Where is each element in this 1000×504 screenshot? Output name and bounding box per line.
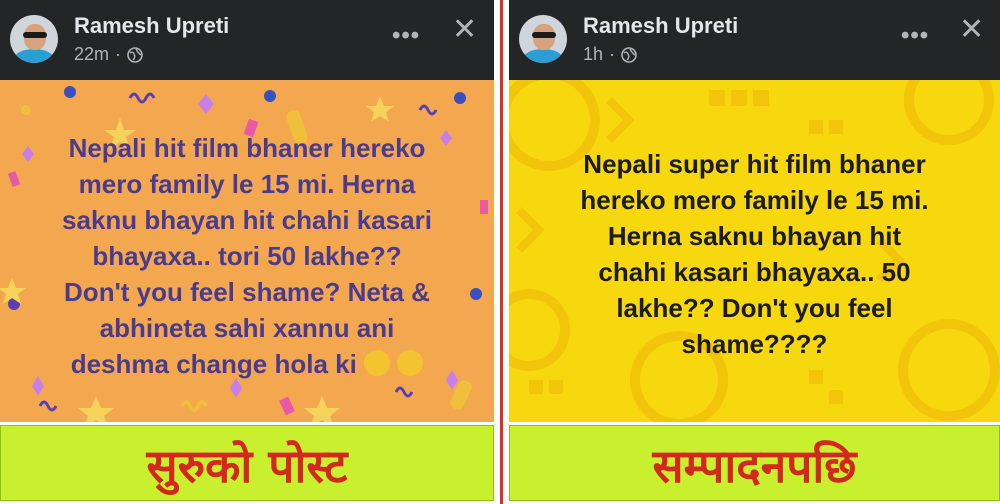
avatar[interactable] [519,15,567,63]
author-name[interactable]: Ramesh Upreti [74,13,229,39]
post-line: hereko mero family le 15 mi. [580,185,929,215]
post-line: deshma change hola ki [70,349,357,379]
post-line: Nepali super hit film bhaner [583,149,926,179]
post-time[interactable]: 22m [74,44,109,65]
caption-label: सुरुको पोस्ट [146,439,348,493]
avatar[interactable] [10,15,58,63]
post-line: lakhe?? Don't you feel [616,293,893,323]
panel-divider [500,0,503,504]
post-content: Nepali super hit film bhaner hereko mero… [509,80,1000,422]
original-post-panel: Ramesh Upreti 22m · ••• ✕ Nepali hit fil… [0,0,494,504]
thinking-face-emoji [397,350,424,377]
post-line: abhineta sahi xannu ani [99,313,395,343]
post-line: bhayaxa.. tori 50 lakhe?? [92,241,402,271]
post-header: Ramesh Upreti 22m · ••• ✕ [0,0,494,80]
post-text: Nepali super hit film bhaner hereko mero… [523,146,986,362]
more-options-icon[interactable]: ••• [392,22,420,50]
post-line: chahi kasari bhayaxa.. 50 [598,257,911,287]
author-name[interactable]: Ramesh Upreti [583,13,738,39]
post-header: Ramesh Upreti 1h · ••• ✕ [509,0,1000,80]
post-line: Don't you feel shame? Neta & [64,277,430,307]
more-options-icon[interactable]: ••• [901,22,929,50]
close-icon[interactable]: ✕ [959,12,984,47]
post-meta: 1h · [583,44,637,65]
post-line: saknu bhayan hit chahi kasari [62,205,432,235]
post-line: mero family le 15 mi. Herna [78,169,416,199]
edited-post-panel: Ramesh Upreti 1h · ••• ✕ Nepali super hi… [509,0,1000,504]
close-icon[interactable]: ✕ [452,12,477,47]
post-content: Nepali hit film bhaner hereko mero famil… [0,80,494,422]
post-meta: 22m · [74,44,143,65]
post-line: Herna saknu bhayan hit [607,221,902,251]
caption-bar: सम्पादनपछि [509,425,1000,501]
post-text: Nepali hit film bhaner hereko mero famil… [14,130,480,382]
thinking-face-emoji [364,350,391,377]
caption-label: सम्पादनपछि [652,439,857,493]
post-line: Nepali hit film bhaner hereko [68,133,426,163]
post-line: shame???? [681,329,828,359]
post-time[interactable]: 1h [583,44,603,65]
post-line-last: deshma change hola ki [14,346,480,382]
caption-bar: सुरुको पोस्ट [0,425,494,501]
globe-icon [621,46,637,63]
globe-icon [127,46,143,63]
